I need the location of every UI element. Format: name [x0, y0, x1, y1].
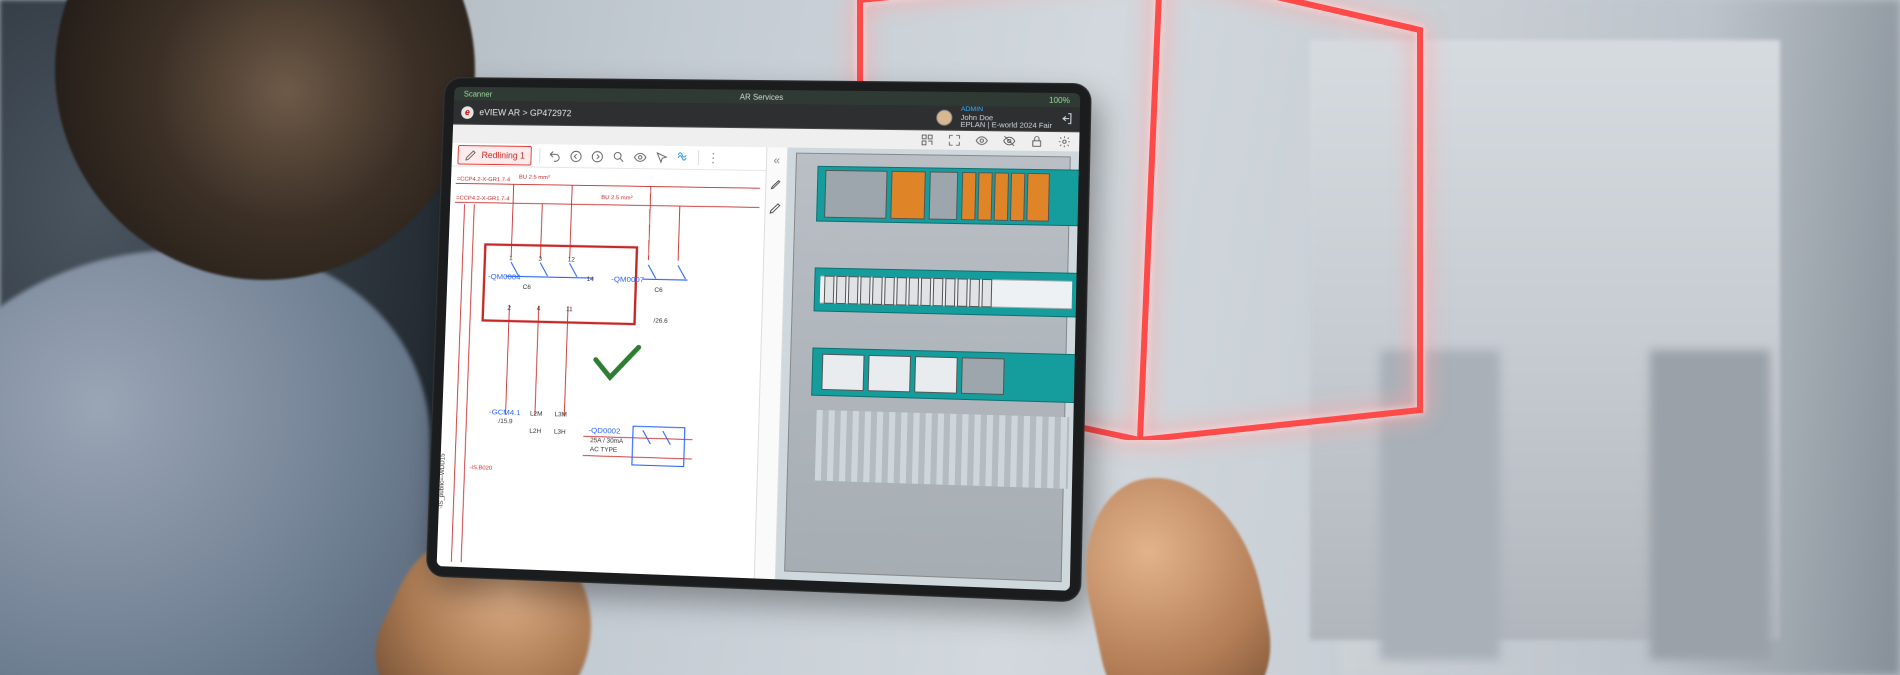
highlighter-icon[interactable] [769, 177, 783, 191]
module-white-3[interactable] [914, 356, 958, 394]
toolbar-divider [539, 148, 540, 163]
avatar[interactable] [936, 110, 953, 126]
svg-text:L2H: L2H [529, 428, 541, 435]
collapse-icon[interactable]: « [773, 153, 780, 167]
statusbar-title: AR Services [740, 92, 784, 101]
svg-text:11: 11 [566, 306, 573, 313]
wire-note-1: BU 2.5 mm² [519, 175, 550, 181]
svg-text:3: 3 [538, 256, 542, 263]
module-orange-4[interactable] [993, 172, 1008, 221]
hand-right [1067, 460, 1283, 675]
checkmark-annotation [595, 346, 638, 378]
visibility-on-icon[interactable] [975, 134, 989, 147]
background-person-shirt [0, 250, 430, 675]
module-orange-2[interactable] [961, 172, 976, 220]
visibility-icon[interactable] [633, 150, 647, 164]
cabinet-3d-pane[interactable]: /*placeholder*/ [776, 148, 1079, 591]
spec2-qd0002: AC TYPE [590, 446, 618, 454]
schematic-canvas[interactable]: =CCP4.2-X-GR1.7-4 =CCP4.2-X-GR1.7-4 BU 2… [437, 166, 766, 578]
prev-page-icon[interactable] [569, 149, 583, 163]
tag-gcm4-1: -GCM4.1 [489, 407, 521, 417]
svg-text:L3M: L3M [554, 411, 567, 418]
background-panel-blur-2 [1650, 350, 1770, 660]
user-org: EPLAN | E-world 2024 Fair [960, 121, 1052, 130]
fullscreen-icon[interactable] [948, 134, 961, 147]
redline-markup [483, 244, 637, 324]
side-label: -IS_public=-WDD15 [438, 453, 447, 509]
bus-label-top1: =CCP4.2-X-GR1.7-4 [457, 177, 511, 184]
toolbar-divider [698, 150, 699, 165]
note-qm0007: /26.6 [653, 318, 668, 325]
module-grey-3[interactable] [961, 357, 1005, 395]
module-orange-6[interactable] [1026, 173, 1050, 222]
spec1-qd0002: 25A / 30mA [590, 437, 624, 445]
document-breadcrumb[interactable]: eVIEW AR > GP472972 [479, 107, 571, 118]
lock-icon[interactable] [1030, 135, 1044, 148]
module-white-2[interactable] [867, 355, 910, 392]
module-grey-2[interactable] [928, 171, 958, 220]
redlining-tag[interactable]: Redlining 1 [457, 145, 532, 166]
sub-gcm4-1: /15.9 [498, 418, 513, 425]
app-screen: Scanner AR Services 100% e eVIEW AR > GP… [437, 87, 1081, 591]
module-orange-1[interactable] [890, 171, 926, 220]
svg-text:14: 14 [587, 276, 595, 283]
pen-icon[interactable] [768, 201, 782, 215]
wave-icon[interactable] [676, 148, 690, 162]
wire-note-2: BU 2.5 mm² [601, 195, 633, 201]
tablet-device: Scanner AR Services 100% e eVIEW AR > GP… [426, 77, 1092, 603]
module-grey-1[interactable] [824, 170, 887, 219]
undo-icon[interactable] [548, 149, 562, 163]
svg-text:12: 12 [568, 256, 576, 263]
statusbar-left: Scanner [464, 89, 493, 98]
svg-text:1: 1 [509, 255, 513, 262]
svg-text:L2M: L2M [530, 410, 543, 417]
user-info[interactable]: ADMIN John Doe EPLAN | E-world 2024 Fair [960, 107, 1052, 130]
module-orange-5[interactable] [1010, 173, 1025, 222]
pointer-icon[interactable] [655, 150, 669, 164]
next-page-icon[interactable] [590, 149, 604, 163]
schematic-pane[interactable]: Redlining 1 ⋮ [437, 143, 767, 578]
tag-qd0002: -QD0002 [588, 426, 620, 436]
svg-text:L3H: L3H [554, 428, 566, 435]
eplan-logo: e [461, 106, 474, 119]
tag-qm0004: -QM0004 [488, 272, 521, 282]
sub-qm0004: C6 [523, 284, 532, 291]
svg-text:4: 4 [537, 305, 541, 312]
redlining-label: Redlining 1 [481, 150, 525, 160]
visibility-off-icon[interactable] [1002, 134, 1016, 147]
svg-text:2: 2 [507, 305, 511, 312]
module-orange-3[interactable] [977, 172, 992, 220]
statusbar-battery: 100% [1049, 95, 1070, 104]
module-white-1[interactable] [821, 354, 864, 391]
app-body: Redlining 1 ⋮ [437, 143, 1079, 591]
tag-qm0007: -QM0007 [611, 274, 644, 284]
more-icon[interactable]: ⋮ [707, 150, 722, 166]
exit-icon[interactable] [1060, 113, 1074, 126]
gear-icon[interactable] [1058, 135, 1072, 148]
cable-duct [815, 410, 1070, 489]
search-icon[interactable] [612, 150, 626, 164]
bus-label-top2: =CCP4.2-X-GR1.7-4 [456, 196, 510, 203]
qr-icon[interactable] [920, 133, 933, 146]
tag-is-b020: -IS.B020 [469, 465, 493, 472]
sub-qm0007: C6 [654, 287, 663, 294]
